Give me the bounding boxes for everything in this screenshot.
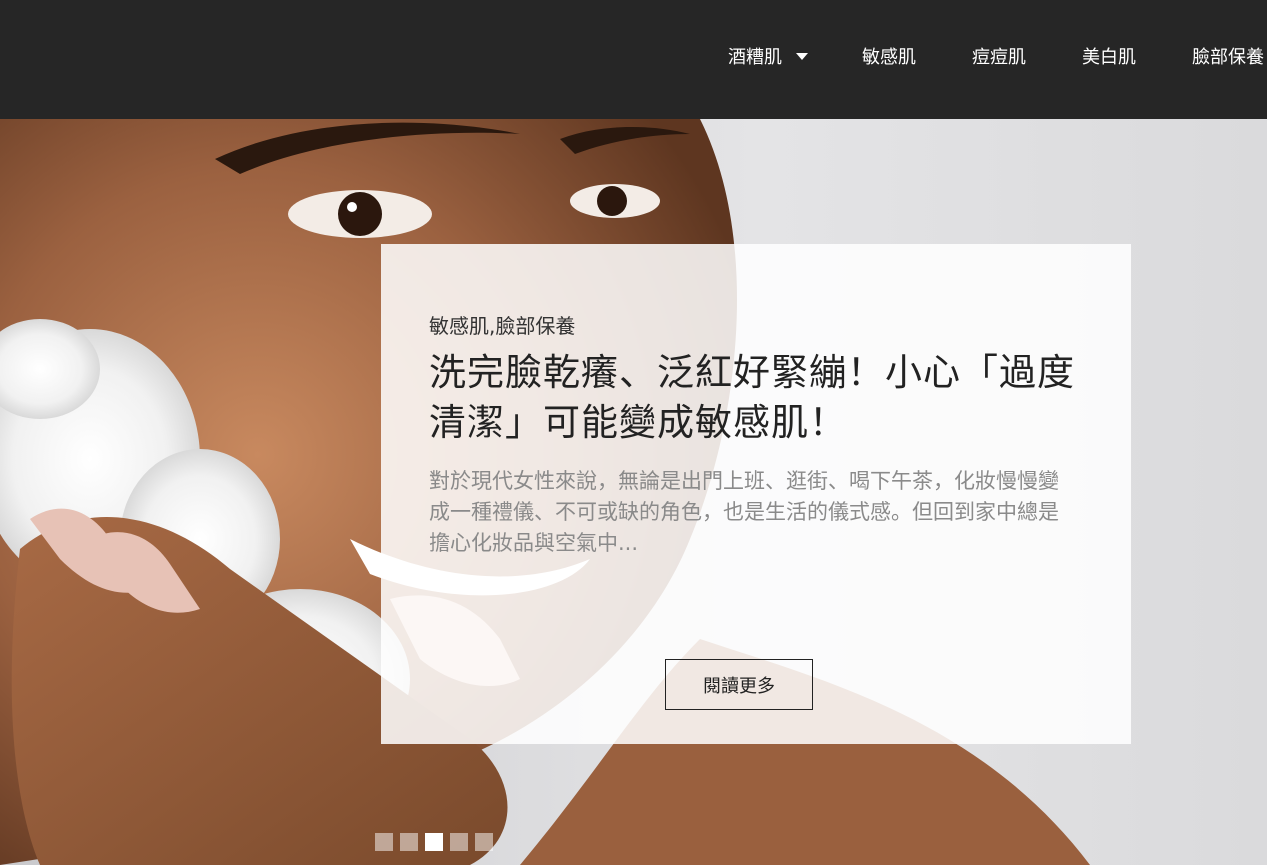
slider-dot-5[interactable] [475,833,493,851]
nav-item-acne-skin[interactable]: 痘痘肌 [972,44,1026,72]
top-navigation-bar: 酒糟肌 敏感肌 痘痘肌 美白肌 臉部保養 [0,0,1267,119]
nav-item-whitening-skin[interactable]: 美白肌 [1082,44,1136,72]
nav-item-label: 敏感肌 [862,47,916,68]
nav-item-label: 酒糟肌 [728,47,782,68]
post-title[interactable]: 洗完臉乾癢、泛紅好緊繃！小心「過度清潔」可能變成敏感肌！ [429,348,1089,448]
featured-post-card: 敏感肌,臉部保養 洗完臉乾癢、泛紅好緊繃！小心「過度清潔」可能變成敏感肌！ 對於… [381,244,1131,744]
slider-dot-1[interactable] [375,833,393,851]
nav-item-label: 痘痘肌 [972,47,1026,68]
hero-slider: 敏感肌,臉部保養 洗完臉乾癢、泛紅好緊繃！小心「過度清潔」可能變成敏感肌！ 對於… [0,119,1267,865]
nav-item-rosacea-skin[interactable]: 酒糟肌 [728,44,808,72]
nav-item-label: 臉部保養 [1192,47,1264,68]
post-excerpt: 對於現代女性來說，無論是出門上班、逛街、喝下午茶，化妝慢慢變成一種禮儀、不可或缺… [429,469,1059,555]
slider-dot-4[interactable] [450,833,468,851]
chevron-down-icon [796,52,808,60]
nav-item-facial-care[interactable]: 臉部保養 [1192,44,1264,72]
read-more-button[interactable]: 閱讀更多 [665,659,813,710]
slider-dot-2[interactable] [400,833,418,851]
slider-dot-3[interactable] [425,833,443,851]
nav-item-sensitive-skin[interactable]: 敏感肌 [862,44,916,72]
post-category[interactable]: 敏感肌,臉部保養 [429,310,575,339]
nav-item-label: 美白肌 [1082,47,1136,68]
